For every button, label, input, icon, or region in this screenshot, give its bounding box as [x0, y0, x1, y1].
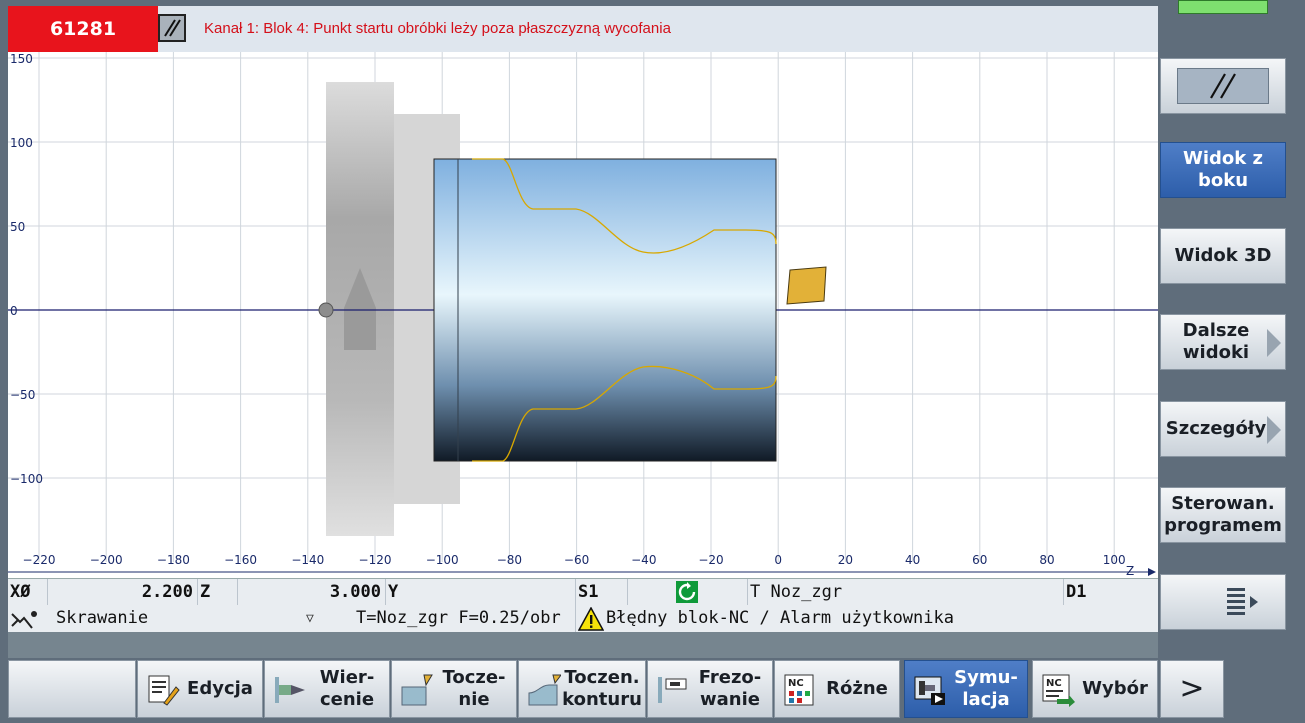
double-slash-icon	[1177, 68, 1269, 104]
y-tick-label: 100	[10, 136, 33, 150]
softkey-toczen-konturu-label: Toczen. konturu	[562, 667, 642, 710]
alarm-status-text: Błędny blok-NC / Alarm użytkownika	[606, 608, 954, 628]
softkey-double-slash[interactable]	[1160, 58, 1286, 114]
spindle-rotation-icon	[628, 579, 748, 605]
x-tick-label: −80	[497, 553, 522, 567]
chevron-down-icon[interactable]: ▽	[306, 605, 314, 632]
y-tick-label: 150	[10, 52, 33, 66]
z-axis-value: 3.000	[238, 579, 386, 605]
d-number: D1	[1066, 582, 1087, 602]
softkey-toczenie[interactable]: Tocze-nie	[391, 660, 517, 718]
softkey-symulacja[interactable]: Symu-lacja	[904, 660, 1028, 718]
z-axis-arrow	[1148, 568, 1156, 576]
x-tick-label: −140	[291, 553, 324, 567]
softkey-toczenie-label: Tocze-nie	[442, 667, 506, 710]
feed-info: T=Noz_zgr F=0.25/obr	[326, 605, 576, 632]
softkey-expand-menu[interactable]	[1160, 574, 1286, 630]
x-axis-value: 2.200	[48, 579, 198, 605]
softkey-edycja[interactable]: Edycja	[137, 660, 263, 718]
workpiece	[433, 158, 777, 462]
softkey-more[interactable]: >	[1160, 660, 1224, 718]
y-tick-label: 50	[10, 220, 25, 234]
softkey-wybor[interactable]: NC Wybór	[1032, 660, 1158, 718]
x-tick-label: −180	[157, 553, 190, 567]
y-tick-label: −50	[10, 388, 35, 402]
menu-expand-icon	[1227, 588, 1258, 615]
chevron-right-icon	[1267, 329, 1281, 357]
x-tick-label: −160	[224, 553, 257, 567]
nc-misc-icon: NC	[784, 674, 814, 706]
softkey-symulacja-label: Symu-lacja	[954, 667, 1018, 710]
z-axis-label: Z	[1126, 564, 1134, 578]
svg-text:NC: NC	[788, 678, 804, 689]
x-tick-label: 60	[972, 553, 987, 567]
svg-text:NC: NC	[1046, 678, 1062, 689]
alarm-message: Kanał 1: Blok 4: Punkt startu obróbki le…	[204, 20, 671, 37]
x-tick-label: 100	[1103, 553, 1126, 567]
x-tick-label: −200	[90, 553, 123, 567]
softkey-rozne-label: Różne	[826, 678, 888, 699]
simulation-view[interactable]: −220 −200 −180 −160 −140 −120 −100 −80 −60 −40 −20…	[8, 52, 1158, 578]
x-tick-label: −220	[23, 553, 56, 567]
softkey-program-control[interactable]: Sterowan. programem	[1160, 487, 1286, 543]
x-tick-label: −40	[631, 553, 656, 567]
spindle-label: S1	[576, 579, 628, 605]
softkey-more-label: >	[1179, 671, 1205, 706]
x-tick-label: 40	[905, 553, 920, 567]
x-tick-label: −100	[426, 553, 459, 567]
cutting-tool	[786, 266, 827, 305]
chevron-right-icon	[1267, 416, 1281, 444]
turning-icon	[401, 674, 433, 706]
softkey-3d-view[interactable]: Widok 3D	[1160, 228, 1286, 284]
edit-icon	[148, 675, 180, 706]
z-axis-label: Z	[198, 579, 238, 605]
softkey-rozne[interactable]: NC Różne	[774, 660, 900, 718]
contour-turning-icon	[528, 674, 561, 706]
x-tick-label: −20	[698, 553, 723, 567]
softkey-edycja-label: Edycja	[187, 678, 253, 699]
x-tick-label: −120	[359, 553, 392, 567]
softkey-wiercenie-label: Wier-cenie	[319, 667, 375, 710]
softkey-details[interactable]: Szczegóły	[1160, 401, 1286, 457]
softkey-wybor-label: Wybór	[1082, 678, 1148, 699]
softkey-toczen-konturu[interactable]: Toczen. konturu	[518, 660, 646, 718]
softkey-details-label: Szczegóły	[1165, 418, 1267, 439]
y-tick-label: −100	[10, 472, 43, 486]
softkey-side-view[interactable]: Widok z boku	[1160, 142, 1286, 198]
tool-name: T Noz_zgr	[748, 579, 1064, 605]
program-status-row: Skrawanie ▽ T=Noz_zgr F=0.25/obr Błędny …	[8, 605, 1158, 633]
softkey-wiercenie[interactable]: Wier-cenie	[264, 660, 390, 718]
y-tick-label: 0	[10, 304, 18, 318]
spacer-bar	[8, 632, 1158, 658]
softkey-bottom-empty[interactable]	[8, 660, 136, 718]
x-tick-label: −60	[564, 553, 589, 567]
cutting-mode: Skrawanie	[56, 608, 149, 628]
alarm-number: 61281	[8, 6, 158, 52]
x-axis-label: XØ	[8, 579, 48, 605]
y-axis-label: Y	[386, 579, 576, 605]
softkey-frezowanie[interactable]: Frezo-wanie	[647, 660, 773, 718]
softkey-top-partial[interactable]	[1160, 0, 1286, 14]
nc-select-icon: NC	[1042, 674, 1075, 707]
softkey-more-views[interactable]: Dalsze widoki	[1160, 314, 1286, 370]
simulation-canvas: −220 −200 −180 −160 −140 −120 −100 −80 −60 −40 −20…	[8, 52, 1158, 578]
warning-icon	[577, 606, 605, 631]
x-tick-label: 0	[774, 553, 782, 567]
drill-icon	[275, 677, 305, 703]
position-status-row: XØ 2.200 Z 3.000 Y S1 T Noz_zgr D1	[8, 578, 1158, 606]
milling-icon	[658, 677, 687, 703]
x-tick-label: 20	[838, 553, 853, 567]
softkey-frezowanie-label: Frezo-wanie	[698, 667, 762, 710]
x-tick-label: 80	[1039, 553, 1054, 567]
spindle-origin-marker	[318, 302, 334, 318]
cutting-mode-icon	[10, 608, 38, 630]
simulation-icon	[914, 676, 945, 705]
alarm-bar: 61281 Kanał 1: Blok 4: Punkt startu obró…	[8, 6, 1158, 52]
double-slash-icon[interactable]	[158, 14, 186, 42]
